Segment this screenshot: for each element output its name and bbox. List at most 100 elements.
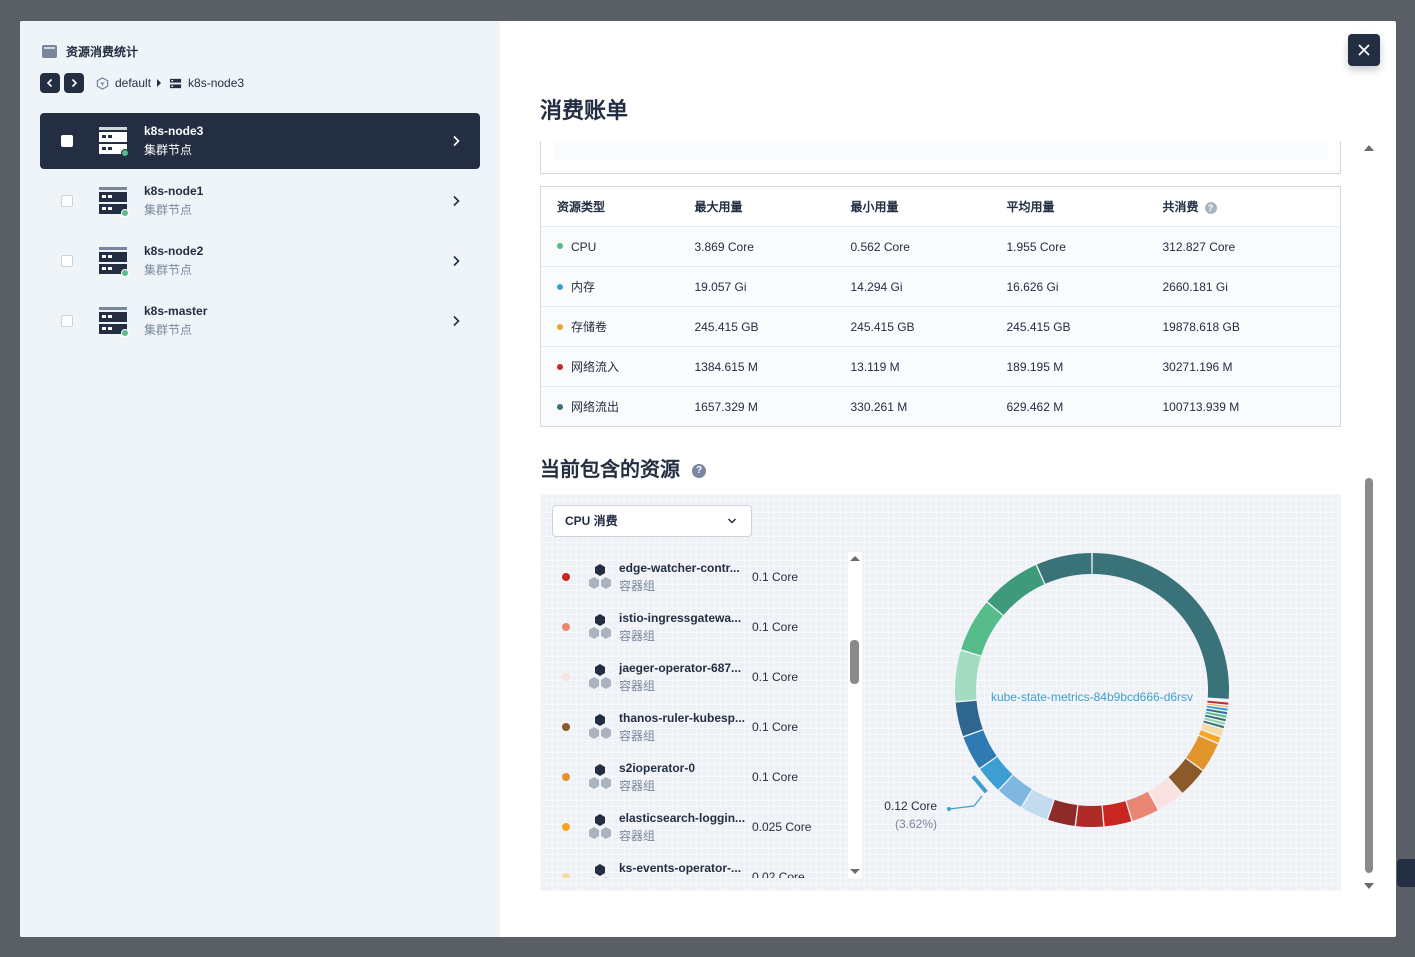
donut-segment[interactable] bbox=[1102, 801, 1132, 827]
list-item[interactable]: ks-events-operator-... 容器组0.02 Core bbox=[550, 852, 850, 878]
forward-button[interactable] bbox=[64, 73, 84, 93]
metric-select[interactable]: CPU 消费 bbox=[552, 505, 752, 537]
node-checkbox[interactable] bbox=[61, 315, 73, 327]
value-cell: 30271.196 M bbox=[1162, 346, 1341, 387]
resource-value: 0.1 Core bbox=[752, 620, 799, 634]
table-row: 内存 19.057 Gi 14.294 Gi 16.626 Gi 2660.181 Gi bbox=[540, 266, 1341, 307]
resources-title: 当前包含的资源? bbox=[540, 453, 706, 482]
close-icon bbox=[1358, 44, 1370, 56]
resource-value: 0.1 Core bbox=[752, 720, 799, 734]
node-name: k8s-node1 bbox=[144, 184, 204, 198]
node-checkbox[interactable] bbox=[61, 135, 73, 147]
donut-segment[interactable] bbox=[987, 565, 1045, 615]
node-name: k8s-node3 bbox=[144, 124, 204, 138]
resource-value: 0.025 Core bbox=[752, 820, 812, 834]
value-cell: 13.119 M bbox=[850, 346, 1007, 387]
value-cell: 245.415 GB bbox=[850, 306, 1007, 347]
side-toolbox-tab[interactable] bbox=[1397, 859, 1415, 887]
scroll-up-icon[interactable] bbox=[850, 556, 860, 561]
donut-segment[interactable] bbox=[955, 700, 983, 737]
resource-name: jaeger-operator-687... bbox=[619, 661, 742, 675]
table-row: CPU 3.869 Core 0.562 Core 1.955 Core 312.827… bbox=[540, 226, 1341, 267]
node-checkbox[interactable] bbox=[61, 255, 73, 267]
list-item[interactable]: s2ioperator-0 容器组 0.1 Core bbox=[550, 752, 850, 802]
donut-segment[interactable] bbox=[1036, 553, 1092, 584]
status-dot bbox=[121, 329, 129, 337]
close-button[interactable] bbox=[1348, 34, 1380, 66]
node-item-k8s-node3[interactable]: k8s-node3 集群节点 bbox=[40, 113, 480, 169]
status-dot bbox=[121, 149, 129, 157]
donut-segment[interactable] bbox=[955, 650, 981, 702]
value-cell: 1657.329 M bbox=[694, 386, 851, 427]
breadcrumb-workspace[interactable]: default bbox=[115, 76, 151, 90]
sidebar-title: 资源消费统计 bbox=[42, 43, 138, 60]
resource-type-cell: 存储卷 bbox=[540, 306, 695, 347]
bill-title: 消费账单 bbox=[540, 98, 629, 123]
pod-icon bbox=[586, 813, 614, 841]
col-header-total: 共消费? bbox=[1162, 186, 1341, 227]
value-cell: 19878.618 GB bbox=[1162, 306, 1341, 347]
donut-segment[interactable] bbox=[1207, 698, 1229, 702]
node-item-k8s-node1[interactable]: k8s-node1 集群节点 bbox=[40, 173, 480, 229]
legend-dot bbox=[562, 673, 570, 681]
node-checkbox[interactable] bbox=[61, 195, 73, 207]
help-icon[interactable]: ? bbox=[1204, 201, 1217, 214]
page-scrollbar[interactable] bbox=[1364, 141, 1374, 889]
list-item[interactable]: elasticsearch-loggin... 容器组 0.025 Core bbox=[550, 802, 850, 852]
legend-dot bbox=[557, 403, 563, 410]
bill-chart-area bbox=[540, 141, 1341, 174]
resource-name: thanos-ruler-kubesp... bbox=[619, 711, 746, 725]
node-type: 集群节点 bbox=[144, 143, 193, 157]
pod-icon bbox=[586, 613, 614, 641]
table-row: 存储卷 245.415 GB 245.415 GB 245.415 GB 19878.6… bbox=[540, 306, 1341, 347]
list-item[interactable]: istio-ingressgatewa... 容器组 0.1 Core bbox=[550, 602, 850, 652]
resource-value: 0.1 Core bbox=[752, 570, 799, 584]
scroll-down-icon[interactable] bbox=[1364, 883, 1374, 889]
legend-dot bbox=[557, 243, 563, 250]
resource-type: 容器组 bbox=[619, 729, 656, 743]
donut-segment[interactable] bbox=[1092, 553, 1229, 699]
chevron-down-icon bbox=[727, 518, 737, 524]
resource-name: s2ioperator-0 bbox=[619, 761, 696, 775]
node-item-k8s-node2[interactable]: k8s-node2 集群节点 bbox=[40, 233, 480, 289]
resource-type: 容器组 bbox=[619, 629, 656, 643]
legend-dot bbox=[557, 363, 563, 370]
node-name: k8s-node2 bbox=[144, 244, 204, 258]
value-cell: 100713.939 M bbox=[1162, 386, 1341, 427]
bill-table: 资源类型 最大用量 最小用量 平均用量 共消费? CPU 3.869 Core 0.… bbox=[540, 186, 1341, 427]
scroll-down-icon[interactable] bbox=[850, 869, 860, 874]
col-header: 最大用量 bbox=[694, 186, 851, 227]
legend-dot bbox=[562, 623, 570, 631]
scroll-up-icon[interactable] bbox=[1364, 145, 1374, 151]
donut-segment[interactable] bbox=[961, 602, 1003, 656]
server-node-icon bbox=[97, 125, 129, 157]
back-button[interactable] bbox=[40, 73, 60, 93]
list-item[interactable]: jaeger-operator-687... 容器组 0.1 Core bbox=[550, 652, 850, 702]
value-cell: 14.294 Gi bbox=[850, 266, 1007, 307]
list-item[interactable]: thanos-ruler-kubesp... 容器组 0.1 Core bbox=[550, 702, 850, 752]
resource-type-cell: 网络流入 bbox=[540, 346, 695, 387]
node-type: 集群节点 bbox=[144, 263, 193, 277]
resource-name: istio-ingressgatewa... bbox=[619, 611, 742, 625]
donut-segment[interactable] bbox=[1048, 799, 1078, 826]
resource-value: 0.02 Core bbox=[752, 870, 805, 878]
scroll-thumb[interactable] bbox=[1365, 478, 1373, 873]
server-node-icon bbox=[97, 305, 129, 337]
node-item-k8s-master[interactable]: k8s-master 集群节点 bbox=[40, 293, 480, 349]
value-cell: 2660.181 Gi bbox=[1162, 266, 1341, 307]
legend-dot bbox=[562, 723, 570, 731]
list-item[interactable]: edge-watcher-contr... 容器组 0.1 Core bbox=[550, 552, 850, 602]
status-dot bbox=[121, 269, 129, 277]
node-list: k8s-node3 集群节点 k8s-node1 集群节点 k8s-node2 … bbox=[40, 113, 480, 353]
table-header-row: 资源类型 最大用量 最小用量 平均用量 共消费? bbox=[540, 186, 1341, 227]
resource-value: 0.1 Core bbox=[752, 770, 799, 784]
scroll-thumb[interactable] bbox=[850, 640, 859, 684]
resources-panel: CPU 消费 edge-watcher-contr... 容器组 0.1 Core i… bbox=[540, 494, 1341, 891]
donut-segment[interactable] bbox=[1076, 805, 1104, 827]
resource-value: 0.1 Core bbox=[752, 670, 799, 684]
pod-icon bbox=[586, 863, 614, 878]
help-icon[interactable]: ? bbox=[692, 463, 706, 478]
resource-list-scrollbar[interactable] bbox=[848, 552, 862, 878]
table-row: 网络流出 1657.329 M 330.261 M 629.462 M 100713.9… bbox=[540, 386, 1341, 427]
resource-list: edge-watcher-contr... 容器组 0.1 Core istio-in… bbox=[550, 552, 850, 878]
